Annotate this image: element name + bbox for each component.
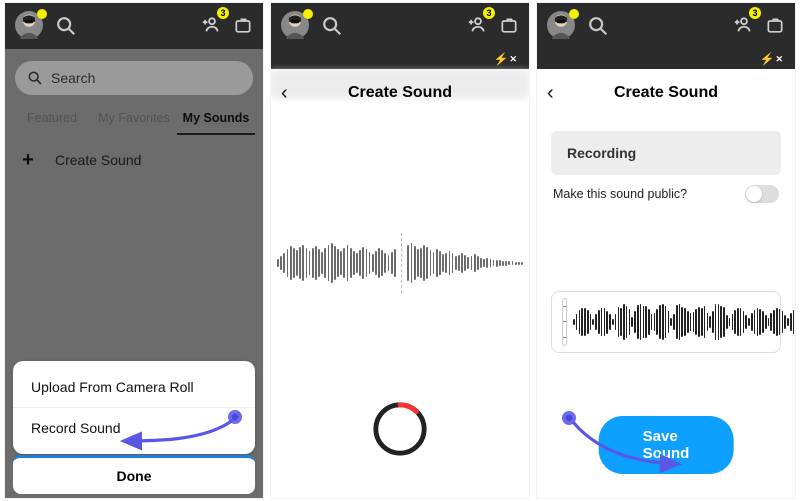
trim-handle-left[interactable] bbox=[562, 298, 567, 346]
add-friend-badge: 3 bbox=[217, 7, 229, 19]
search-icon[interactable] bbox=[321, 15, 343, 37]
trim-waveform-card[interactable] bbox=[551, 291, 781, 353]
done-button[interactable]: Done bbox=[13, 455, 255, 494]
page-header: ‹ Create Sound bbox=[537, 73, 795, 113]
make-public-toggle[interactable] bbox=[745, 185, 779, 203]
action-sheet: Upload From Camera Roll Record Sound bbox=[13, 361, 255, 454]
presence-dot bbox=[37, 9, 47, 19]
avatar[interactable] bbox=[281, 11, 311, 41]
screen-create-sound-record: 3 ⚡✕ ‹ Create Sound bbox=[270, 2, 530, 499]
page-title: Create Sound bbox=[614, 84, 718, 102]
save-sound-button[interactable]: Save Sound bbox=[599, 416, 734, 474]
record-button[interactable] bbox=[371, 400, 429, 458]
recording-waveform bbox=[277, 233, 523, 293]
back-button[interactable]: ‹ bbox=[547, 82, 554, 105]
option-record-sound[interactable]: Record Sound bbox=[13, 407, 255, 448]
flip-camera-icon[interactable] bbox=[765, 16, 785, 36]
flip-camera-icon[interactable] bbox=[233, 16, 253, 36]
flash-icon[interactable]: ⚡✕ bbox=[760, 49, 784, 69]
flip-camera-icon[interactable] bbox=[499, 16, 519, 36]
add-friend-icon[interactable]: 3 bbox=[201, 13, 223, 40]
search-icon[interactable] bbox=[55, 15, 77, 37]
page-title: Create Sound bbox=[348, 84, 452, 102]
back-button[interactable]: ‹ bbox=[281, 82, 288, 105]
add-friend-icon[interactable]: 3 bbox=[467, 13, 489, 40]
page-header: ‹ Create Sound bbox=[271, 73, 529, 113]
avatar[interactable] bbox=[15, 11, 45, 41]
app-topbar: 3 bbox=[271, 3, 529, 49]
recording-name-field[interactable]: Recording bbox=[551, 131, 781, 175]
make-public-label: Make this sound public? bbox=[553, 187, 687, 201]
search-icon[interactable] bbox=[587, 15, 609, 37]
option-upload-camera-roll[interactable]: Upload From Camera Roll bbox=[13, 367, 255, 407]
add-friend-icon[interactable]: 3 bbox=[733, 13, 755, 40]
make-public-row: Make this sound public? bbox=[553, 185, 779, 203]
avatar[interactable] bbox=[547, 11, 577, 41]
flash-icon[interactable]: ⚡✕ bbox=[494, 49, 518, 69]
screen-create-sound-save: 3 ⚡✕ ‹ Create Sound Recording Make this … bbox=[536, 2, 796, 499]
app-topbar: 3 bbox=[537, 3, 795, 49]
screen-sounds-library: 3 ⚡✕ Search Featured My Favorites My Sou… bbox=[4, 2, 264, 499]
app-topbar: 3 bbox=[5, 3, 263, 49]
